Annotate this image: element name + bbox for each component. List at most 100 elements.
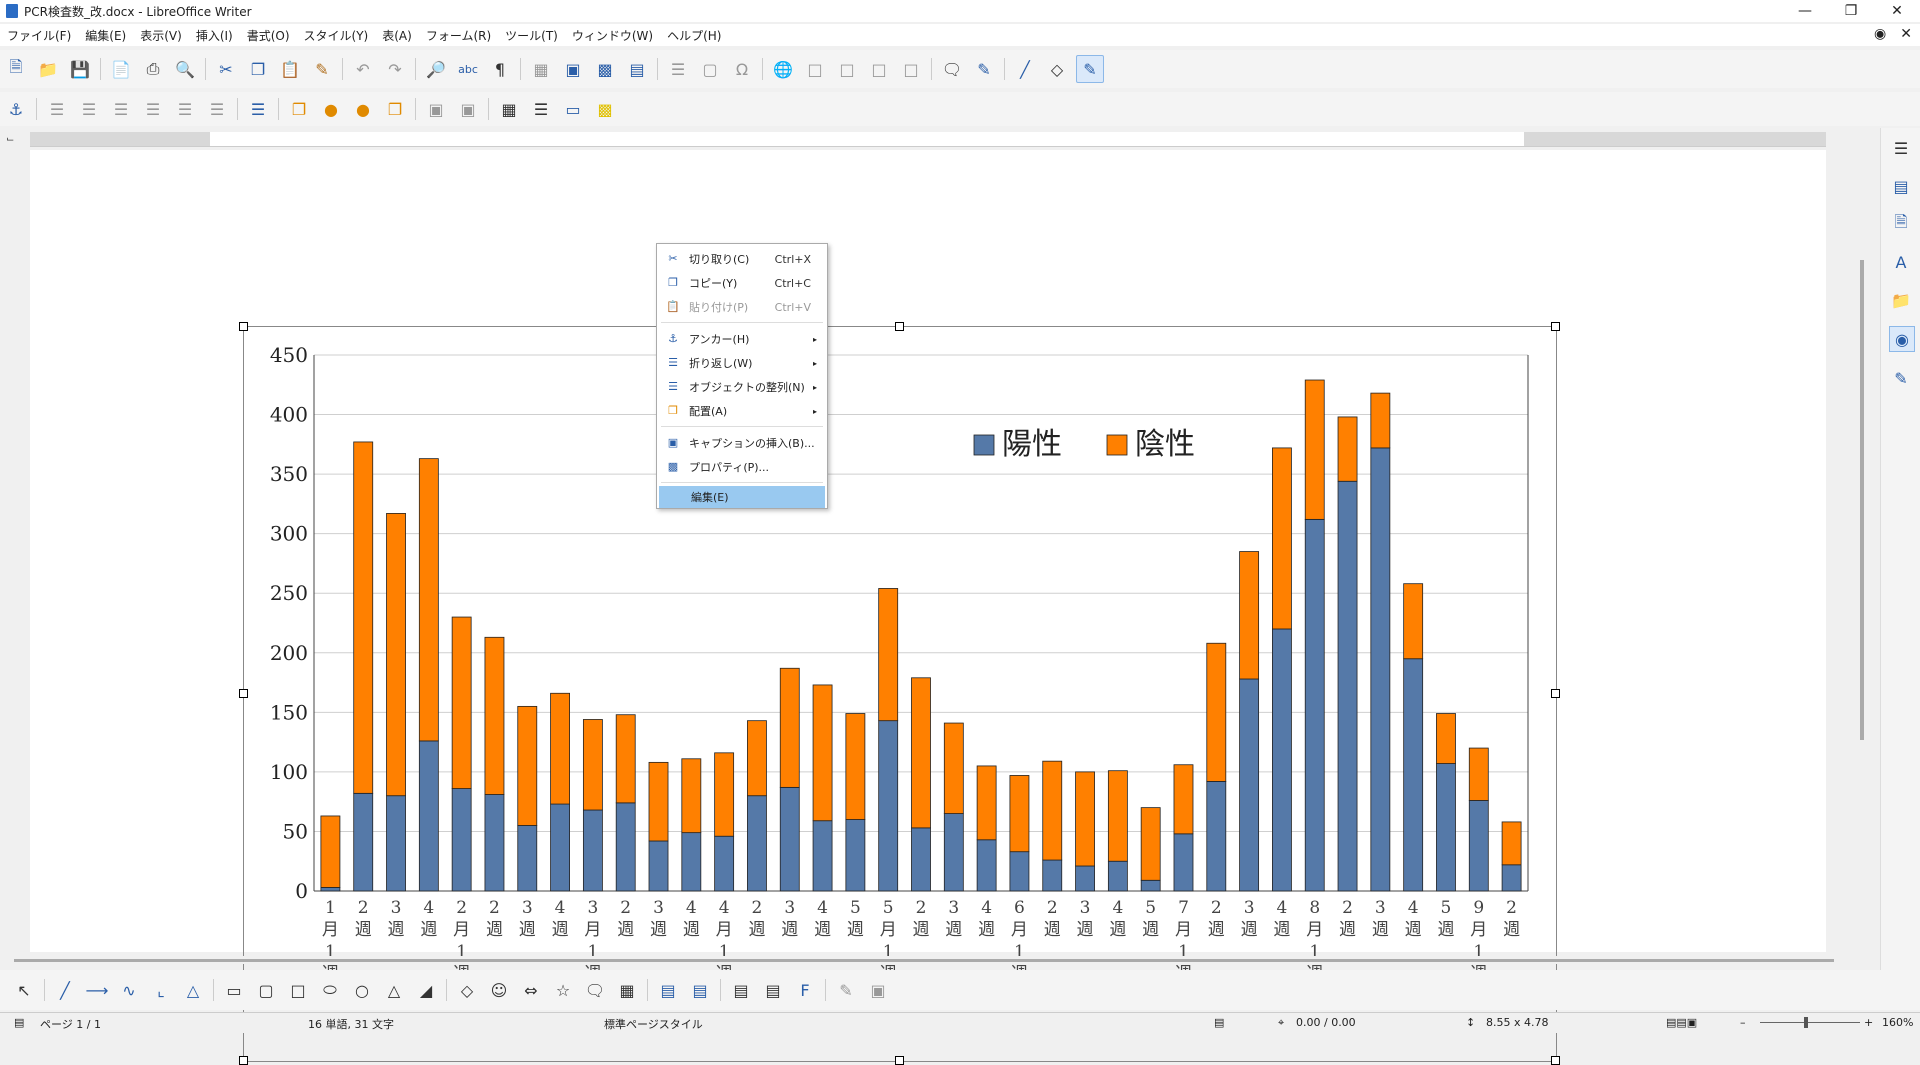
send-to-back-icon[interactable]: ❐ xyxy=(382,96,408,122)
line-icon[interactable]: ╱ xyxy=(52,977,78,1003)
resize-handle-s[interactable] xyxy=(895,1056,904,1065)
toggle-point-edit-icon[interactable]: ✎ xyxy=(833,977,859,1003)
print-icon[interactable]: ⎙ xyxy=(140,56,166,82)
ctx-anchor[interactable]: ⚓ アンカー(H) ▸ xyxy=(657,328,827,350)
back-one-icon[interactable]: ● xyxy=(350,96,376,122)
endnote-icon[interactable]: □ xyxy=(834,56,860,82)
resize-handle-se[interactable] xyxy=(1551,1056,1560,1065)
paste-icon[interactable]: 📋 xyxy=(277,56,303,82)
close-icon[interactable]: ✕ xyxy=(1874,0,1920,22)
rounded-rectangle-icon[interactable]: ▢ xyxy=(253,977,279,1003)
vertical-scrollbar[interactable] xyxy=(1860,260,1864,740)
formatting-marks-icon[interactable]: ¶ xyxy=(487,56,513,82)
ctx-insert-caption[interactable]: ▣ キャプションの挿入(B)... xyxy=(657,432,827,454)
border-color-icon[interactable]: ▭ xyxy=(560,96,586,122)
menu-window[interactable]: ウィンドウ(W) xyxy=(565,27,660,44)
close-document-icon[interactable]: ✕ xyxy=(1900,26,1912,42)
footnote-icon[interactable]: □ xyxy=(802,56,828,82)
borders-icon[interactable]: ▦ xyxy=(496,96,522,122)
wrap-through-icon[interactable]: ☰ xyxy=(204,96,230,122)
square-icon[interactable]: □ xyxy=(285,977,311,1003)
circle-icon[interactable]: ○ xyxy=(349,977,375,1003)
clone-formatting-icon[interactable]: ✎ xyxy=(309,56,335,82)
resize-handle-e[interactable] xyxy=(1551,689,1560,698)
vertical-callout-icon[interactable]: ▤ xyxy=(687,977,713,1003)
block-arrows-icon[interactable]: ⇔ xyxy=(518,977,544,1003)
wrap-left-icon[interactable]: ☰ xyxy=(140,96,166,122)
manage-changes-icon[interactable]: ✎ xyxy=(1889,366,1913,390)
globe-icon[interactable]: ◉ xyxy=(1874,26,1886,42)
horizontal-scrollbar[interactable] xyxy=(0,956,1880,964)
menu-help[interactable]: ヘルプ(H) xyxy=(660,27,728,44)
navigator-deck-icon[interactable]: ◉ xyxy=(1889,326,1915,352)
wrap-off-icon[interactable]: ☰ xyxy=(44,96,70,122)
chart-frame[interactable]: 0501001502002503003504004501月1週2週3週4週2月1… xyxy=(243,326,1557,1062)
find-replace-icon[interactable]: 🔎 xyxy=(423,56,449,82)
line-arrow-icon[interactable]: ⟶ xyxy=(84,977,110,1003)
insert-page-break-icon[interactable]: ☰ xyxy=(665,56,691,82)
resize-handle-w[interactable] xyxy=(239,689,248,698)
zoom-in-icon[interactable]: + xyxy=(1864,1016,1873,1029)
cut-icon[interactable]: ✂ xyxy=(213,56,239,82)
insert-line-icon[interactable]: ╱ xyxy=(1012,56,1038,82)
horizontal-ruler[interactable] xyxy=(30,132,1826,147)
menu-view[interactable]: 表示(V) xyxy=(133,27,189,44)
menu-edit[interactable]: 編集(E) xyxy=(78,27,133,44)
curve-icon[interactable]: ∿ xyxy=(116,977,142,1003)
extrusion-icon[interactable]: ▣ xyxy=(865,977,891,1003)
redo-icon[interactable]: ↷ xyxy=(382,56,408,82)
menu-form[interactable]: フォーム(R) xyxy=(419,27,498,44)
stacked-bar-chart[interactable]: 0501001502002503003504004501月1週2週3週4週2月1… xyxy=(244,327,1556,1061)
minimize-icon[interactable]: — xyxy=(1782,0,1828,22)
comment-icon[interactable]: 🗨 xyxy=(939,56,965,82)
ctx-wrap[interactable]: ☰ 折り返し(W) ▸ xyxy=(657,352,827,374)
diamond-shapes-icon[interactable]: ◇ xyxy=(454,977,480,1003)
align-objects-icon[interactable]: ☰ xyxy=(245,96,271,122)
export-pdf-icon[interactable]: 📄 xyxy=(108,56,134,82)
menu-file[interactable]: ファイル(F) xyxy=(0,27,78,44)
insert-caption-icon[interactable]: ▤ xyxy=(655,977,681,1003)
polygon-icon[interactable]: △ xyxy=(180,977,206,1003)
new-document-icon[interactable]: 🗎 xyxy=(3,56,29,82)
page-style[interactable]: 標準ページスタイル xyxy=(604,1016,703,1032)
menu-styles[interactable]: スタイル(Y) xyxy=(297,27,376,44)
flowchart-shapes-icon[interactable]: ▦ xyxy=(614,977,640,1003)
gallery-deck-icon[interactable]: 📁 xyxy=(1889,288,1913,312)
resize-handle-n[interactable] xyxy=(895,322,904,331)
page-wrap-icon[interactable]: ☰ xyxy=(76,96,102,122)
page-count[interactable]: ページ 1 / 1 xyxy=(40,1016,101,1032)
open-folder-icon[interactable]: 📁 xyxy=(35,56,61,82)
basic-shapes-icon[interactable]: ◇ xyxy=(1044,56,1070,82)
forward-one-icon[interactable]: ● xyxy=(318,96,344,122)
menu-table[interactable]: 表(A) xyxy=(375,27,419,44)
rectangle-icon[interactable]: ▭ xyxy=(221,977,247,1003)
spelling-icon[interactable]: abc xyxy=(455,56,481,82)
styles-deck-icon[interactable]: A xyxy=(1889,250,1913,274)
menu-insert[interactable]: 挿入(I) xyxy=(189,27,240,44)
fontwork-icon[interactable]: F xyxy=(792,977,818,1003)
to-background-icon[interactable]: ▣ xyxy=(455,96,481,122)
sidebar-menu-icon[interactable]: ☰ xyxy=(1889,136,1913,160)
zoom-slider[interactable] xyxy=(1760,1022,1860,1023)
anchor-icon[interactable]: ⚓ xyxy=(3,96,29,122)
ctx-edit[interactable]: 編集(E) xyxy=(659,486,825,508)
properties-deck-icon[interactable]: ▤ xyxy=(1889,174,1913,198)
optimal-wrap-icon[interactable]: ☰ xyxy=(108,96,134,122)
resize-handle-sw[interactable] xyxy=(239,1056,248,1065)
ruler-tab-selector[interactable]: ⌙ xyxy=(6,134,14,145)
to-foreground-icon[interactable]: ▣ xyxy=(423,96,449,122)
star-shapes-icon[interactable]: ☆ xyxy=(550,977,576,1003)
smiley-shapes-icon[interactable]: ☺ xyxy=(486,977,512,1003)
save-icon[interactable]: 💾 xyxy=(67,56,93,82)
draw-functions-icon[interactable]: ✎ xyxy=(1076,55,1104,83)
ctx-copy[interactable]: ❐ コピー(Y) Ctrl+C xyxy=(657,272,827,294)
cross-reference-icon[interactable]: □ xyxy=(898,56,924,82)
insert-field-icon[interactable]: ▢ xyxy=(697,56,723,82)
insert-image-icon[interactable]: ▣ xyxy=(560,56,586,82)
ctx-paste[interactable]: 📋 貼り付け(P) Ctrl+V xyxy=(657,296,827,318)
word-count[interactable]: 16 単語, 31 文字 xyxy=(308,1016,394,1032)
bring-to-front-icon[interactable]: ❐ xyxy=(286,96,312,122)
zoom-slider-handle[interactable] xyxy=(1804,1017,1808,1028)
ctx-align[interactable]: ☰ オブジェクトの整列(N) ▸ xyxy=(657,376,827,398)
print-preview-icon[interactable]: 🔍 xyxy=(172,56,198,82)
